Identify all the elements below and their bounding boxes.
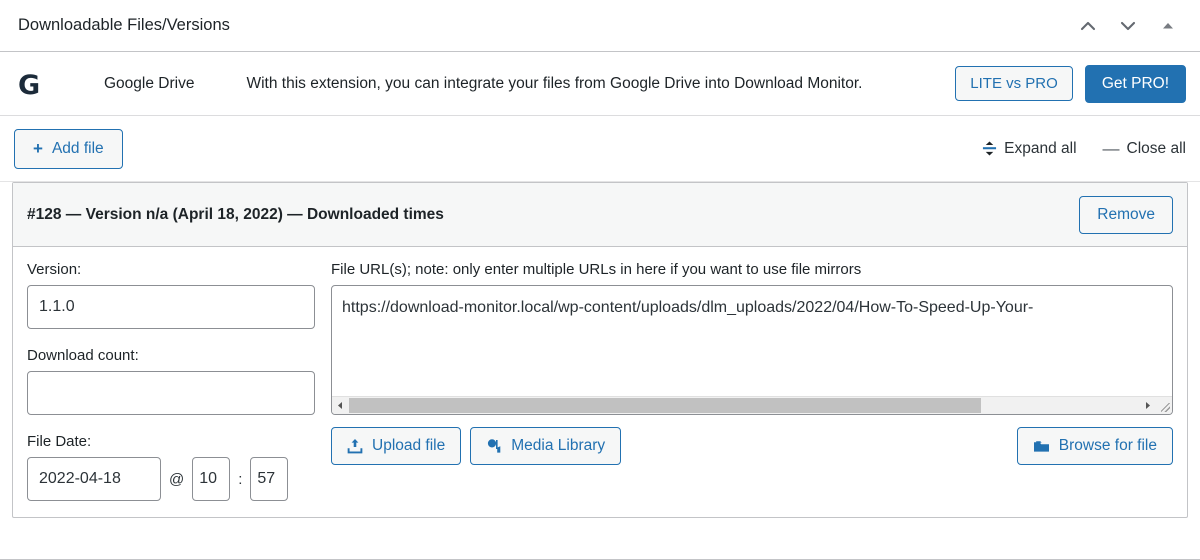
file-urls-value: https://download-monitor.local/wp-conten… bbox=[342, 299, 1034, 316]
file-panel-header[interactable]: #128 — Version n/a (April 18, 2022) — Do… bbox=[13, 183, 1187, 247]
file-panel-title: #128 — Version n/a (April 18, 2022) — Do… bbox=[27, 206, 1079, 224]
download-count-field-group: Download count: bbox=[27, 347, 315, 415]
browse-for-file-label: Browse for file bbox=[1058, 437, 1157, 454]
scroll-right-arrow-icon[interactable] bbox=[1139, 397, 1156, 414]
page-title: Downloadable Files/Versions bbox=[18, 15, 230, 34]
media-library-icon bbox=[486, 438, 502, 454]
move-down-icon[interactable] bbox=[1110, 8, 1146, 44]
google-drive-title: Google Drive bbox=[104, 74, 195, 92]
remove-file-button[interactable]: Remove bbox=[1079, 195, 1173, 234]
file-urls-textarea[interactable]: https://download-monitor.local/wp-conten… bbox=[331, 285, 1173, 415]
media-library-button[interactable]: Media Library bbox=[470, 427, 622, 465]
file-panels-container: #128 — Version n/a (April 18, 2022) — Do… bbox=[0, 182, 1200, 518]
google-drive-logo-icon: G bbox=[18, 70, 40, 101]
file-meta: — Version n/a (April 18, 2022) — Downloa… bbox=[61, 205, 444, 223]
postbox-header: Downloadable Files/Versions bbox=[0, 0, 1200, 52]
file-urls-label: File URL(s); note: only enter multiple U… bbox=[331, 261, 862, 278]
plus-icon: + bbox=[33, 139, 43, 158]
scroll-left-arrow-icon[interactable] bbox=[332, 397, 349, 414]
move-up-icon[interactable] bbox=[1070, 8, 1106, 44]
textarea-resize-grip[interactable] bbox=[1156, 397, 1172, 414]
close-all-button[interactable]: — Close all bbox=[1103, 140, 1186, 158]
add-file-button[interactable]: + Add file bbox=[14, 128, 123, 169]
get-pro-button[interactable]: Get PRO! bbox=[1084, 64, 1186, 103]
handle-actions bbox=[1070, 8, 1186, 44]
toggle-panel-icon[interactable] bbox=[1150, 8, 1186, 44]
browse-for-file-button[interactable]: Browse for file bbox=[1016, 427, 1173, 465]
file-id: #128 bbox=[27, 205, 62, 223]
files-toolbar: + Add file Expand all — Close all bbox=[0, 116, 1200, 182]
time-colon-separator: : bbox=[238, 470, 243, 488]
version-field-group: Version: bbox=[27, 261, 315, 329]
folder-icon bbox=[1033, 439, 1050, 454]
file-right-column: File URL(s); note: only enter multiple U… bbox=[331, 261, 1173, 501]
upload-file-button[interactable]: Upload file bbox=[331, 427, 462, 465]
minus-icon: — bbox=[1102, 139, 1120, 158]
file-minute-input[interactable] bbox=[250, 457, 289, 501]
lite-vs-pro-button[interactable]: LITE vs PRO bbox=[955, 66, 1073, 101]
scrollbar-thumb[interactable] bbox=[349, 398, 981, 413]
upload-icon bbox=[347, 438, 363, 454]
file-left-column: Version: Download count: File Date: @ bbox=[27, 261, 315, 501]
google-drive-description: With this extension, you can integrate y… bbox=[246, 74, 863, 92]
downloadable-files-metabox: Downloadable Files/Versions G Google Dri… bbox=[0, 0, 1200, 560]
download-count-label: Download count: bbox=[27, 347, 139, 364]
version-label: Version: bbox=[27, 261, 82, 278]
scrollbar-track[interactable] bbox=[349, 397, 1139, 414]
file-date-label: File Date: bbox=[27, 433, 92, 450]
file-panel-body: Version: Download count: File Date: @ bbox=[13, 247, 1187, 517]
download-count-input[interactable] bbox=[27, 371, 315, 415]
add-file-label: Add file bbox=[51, 139, 104, 157]
expand-all-label: Expand all bbox=[1004, 139, 1077, 157]
at-separator: @ bbox=[169, 470, 185, 488]
file-action-buttons: Upload file Media Library Browse for fil… bbox=[331, 427, 1173, 465]
file-date-row: @ : bbox=[27, 457, 315, 501]
file-hour-input[interactable] bbox=[192, 457, 231, 501]
file-date-input[interactable] bbox=[27, 457, 161, 501]
google-drive-promo-bar: G Google Drive With this extension, you … bbox=[0, 52, 1200, 116]
expand-all-icon bbox=[982, 141, 997, 156]
upload-file-label: Upload file bbox=[372, 437, 446, 454]
file-urls-horizontal-scrollbar[interactable] bbox=[332, 396, 1172, 414]
expand-all-button[interactable]: Expand all bbox=[982, 139, 1077, 158]
version-input[interactable] bbox=[27, 285, 315, 329]
file-date-field-group: File Date: @ : bbox=[27, 433, 315, 501]
close-all-label: Close all bbox=[1126, 139, 1186, 157]
file-panel: #128 — Version n/a (April 18, 2022) — Do… bbox=[12, 182, 1188, 518]
media-library-label: Media Library bbox=[511, 437, 606, 454]
